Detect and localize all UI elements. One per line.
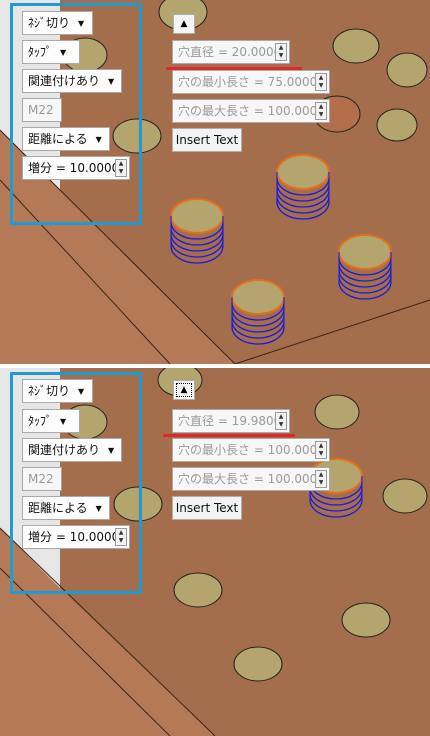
hole-max-length-value: 穴の最大長さ = 100.0000 <box>178 104 325 118</box>
spinner-arrows-icon[interactable]: ▲ ▼ <box>315 470 327 488</box>
red-underline <box>163 434 295 437</box>
insert-text-button[interactable]: Insert Text <box>172 128 242 152</box>
hole-diameter-value: 穴直径 = 19.9800 <box>178 414 282 428</box>
spinner-arrows-icon[interactable]: ▲ ▼ <box>315 73 327 91</box>
hole-diameter-spinbox[interactable]: 穴直径 = 19.9800 ▲ ▼ <box>172 409 290 433</box>
hole-max-length-spinbox[interactable]: 穴の最大長さ = 100.0000 ▲ ▼ <box>172 467 330 491</box>
spinner-arrows-icon[interactable]: ▲ ▼ <box>315 102 327 120</box>
hole-icon <box>332 28 380 64</box>
hole-diameter-spinbox[interactable]: 穴直径 = 20.0000 ▲ ▼ <box>172 40 290 64</box>
insert-text-button[interactable]: Insert Text <box>172 496 242 520</box>
collapse-button[interactable]: ▲ <box>173 380 195 400</box>
hole-icon <box>376 108 418 142</box>
highlight-box <box>10 372 142 594</box>
insert-text-label: Insert Text <box>175 501 239 515</box>
hole-icon <box>233 646 283 682</box>
hole-min-length-spinbox[interactable]: 穴の最小長さ = 100.0000 ▲ ▼ <box>172 438 330 462</box>
hole-max-length-spinbox[interactable]: 穴の最大長さ = 100.0000 ▲ ▼ <box>172 99 330 123</box>
spinner-arrows-icon[interactable]: ▲ ▼ <box>315 441 327 459</box>
chevron-up-icon: ▲ <box>180 385 188 395</box>
collapse-button[interactable]: ▲ <box>173 14 195 34</box>
insert-text-label: Insert Text <box>175 133 239 147</box>
hole-icon <box>173 572 223 608</box>
spinner-arrows-icon[interactable]: ▲ ▼ <box>275 412 287 430</box>
hole-max-length-value: 穴の最大長さ = 100.0000 <box>178 472 325 486</box>
chevron-up-icon: ▲ <box>180 19 188 29</box>
hole-icon <box>341 602 391 638</box>
hole-icon <box>386 52 428 88</box>
hole-diameter-value: 穴直径 = 20.0000 <box>178 45 282 59</box>
hole-min-length-value: 穴の最小長さ = 100.0000 <box>178 443 325 457</box>
hole-min-length-spinbox[interactable]: 穴の最小長さ = 75.0000 ▲ ▼ <box>172 70 330 94</box>
spinner-arrows-icon[interactable]: ▲ ▼ <box>275 43 287 61</box>
top-panel: ﾈｼﾞ切り ▼ ﾀｯﾌﾟ ▼ 関連付けあり ▼ M22 距離による ▼ 増分 = 10.… <box>0 0 430 364</box>
highlight-box <box>10 3 142 225</box>
hole-icon <box>314 394 360 430</box>
hole-min-length-value: 穴の最小長さ = 75.0000 <box>178 75 318 89</box>
hole-icon <box>382 478 428 514</box>
bottom-panel: ﾈｼﾞ切り ▼ ﾀｯﾌﾟ ▼ 関連付けあり ▼ M22 距離による ▼ 増分 = 10.… <box>0 368 430 736</box>
